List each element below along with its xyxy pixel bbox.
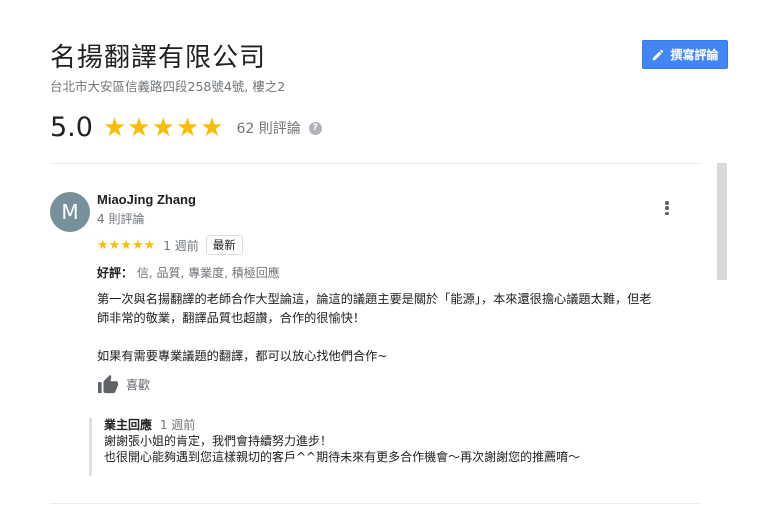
attributes-label: 好評： (97, 266, 134, 280)
pencil-icon (653, 49, 664, 60)
business-address: 台北市大安區信義路四段258號4號, 樓之2 (50, 79, 286, 94)
divider-bottom (50, 503, 700, 504)
review-attributes: 好評： 信, 品質, 專業度, 積極回應 (97, 264, 280, 281)
more-vert-icon[interactable] (660, 199, 674, 217)
like-label: 喜歡 (126, 377, 151, 392)
rating-summary: 5.0 ★★★★★ 62 則評論 ? (50, 110, 322, 146)
avatar[interactable]: M (50, 192, 90, 232)
write-review-button[interactable]: 撰寫評論 (642, 40, 728, 69)
owner-response-line: 也很開心能夠遇到您這樣親切的客戶^^期待未來有更多合作機會～再次謝謝您的推薦唷～ (104, 450, 581, 464)
owner-response-line: 謝謝張小姐的肯定，我們會持續努力進步！ (104, 434, 333, 448)
rating-value: 5.0 (50, 112, 93, 143)
review-count-link[interactable]: 62 則評論 (237, 118, 301, 138)
owner-response-time: 1 週前 (159, 418, 196, 432)
review-text-line: 第一次與名揚翻譯的老師合作大型論這，論這的議題主要是關於「能源」，本來還很擔心議… (97, 292, 652, 306)
review-stars: ★★★★★ (97, 237, 156, 253)
review-meta: ★★★★★ 1 週前 最新 (97, 235, 243, 255)
review-text-line: 如果有需要專業議題的翻譯，都可以放心找他們合作~ (97, 349, 388, 363)
attributes-value: 信, 品質, 專業度, 積極回應 (136, 266, 280, 280)
like-button[interactable]: 喜歡 (97, 374, 150, 394)
new-badge: 最新 (205, 235, 243, 255)
review-time: 1 週前 (163, 238, 199, 253)
business-name: 名揚翻譯有限公司 (50, 43, 267, 73)
write-review-label: 撰寫評論 (670, 48, 719, 62)
owner-response-label: 業主回應 (104, 418, 153, 432)
scrollbar[interactable] (717, 163, 727, 280)
reviewer-review-count: 4 則評論 (97, 212, 145, 226)
thumbs-up-icon (98, 374, 118, 394)
review-text-line: 師非常的敬業，翻譯品質也超讚，合作的很愉快！ (97, 311, 366, 325)
reviewer-name[interactable]: MiaoJing Zhang (97, 192, 196, 207)
owner-response: 業主回應 1 週前 謝謝張小姐的肯定，我們會持續努力進步！ 也很開心能夠遇到您這… (89, 418, 649, 476)
divider-top (50, 163, 700, 164)
review-text: 第一次與名揚翻譯的老師合作大型論這，論這的議題主要是關於「能源」，本來還很擔心議… (97, 290, 702, 366)
rating-stars: ★★★★★ (102, 113, 225, 143)
help-icon[interactable]: ? (308, 121, 322, 135)
